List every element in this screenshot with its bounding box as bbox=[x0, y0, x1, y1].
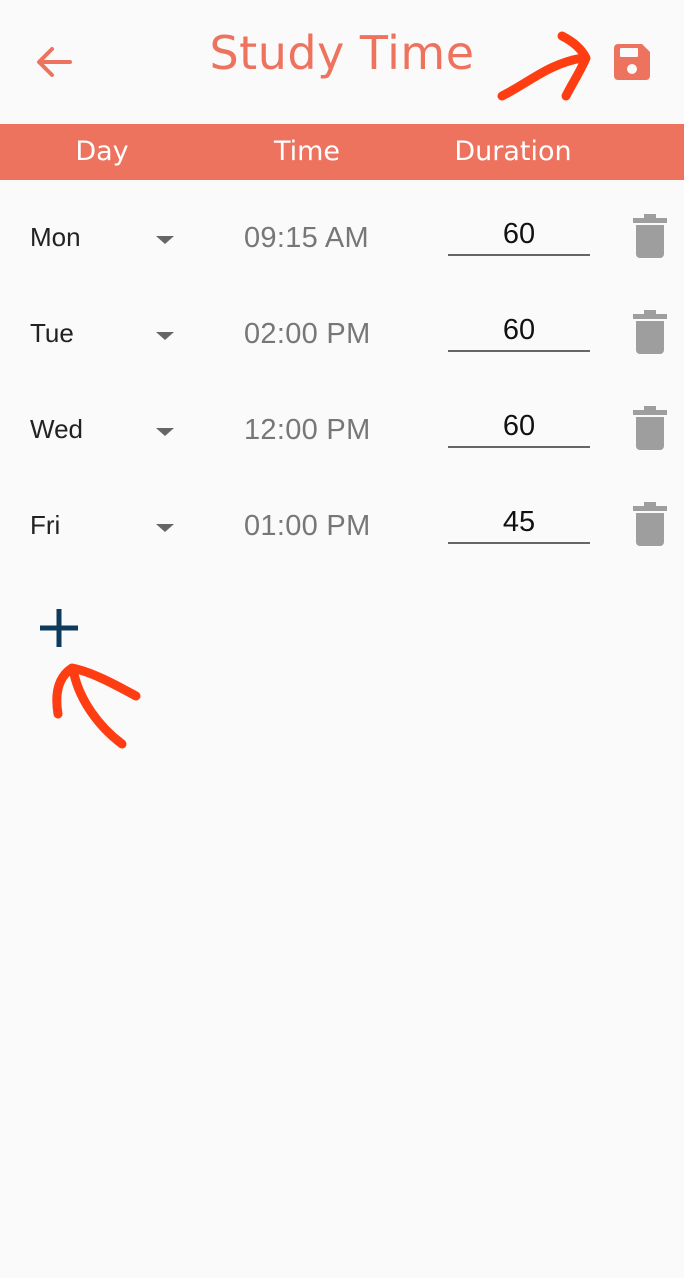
trash-icon bbox=[633, 502, 667, 546]
day-select-value: Tue bbox=[30, 318, 74, 348]
header-day: Day bbox=[75, 136, 129, 167]
trash-icon bbox=[633, 310, 667, 354]
delete-row-button[interactable] bbox=[630, 500, 670, 548]
save-button[interactable] bbox=[606, 36, 658, 88]
duration-input[interactable] bbox=[448, 302, 590, 352]
duration-input[interactable] bbox=[448, 206, 590, 256]
app-bar: Study Time bbox=[0, 0, 684, 124]
floppy-disk-icon bbox=[614, 44, 650, 80]
schedule-row: Fri 01:00 PM bbox=[0, 480, 684, 576]
day-select[interactable]: Mon bbox=[30, 212, 180, 262]
trash-icon bbox=[633, 406, 667, 450]
page-title: Study Time bbox=[209, 26, 475, 80]
day-select[interactable]: Wed bbox=[30, 404, 180, 454]
trash-icon bbox=[633, 214, 667, 258]
duration-input[interactable] bbox=[448, 398, 590, 448]
caret-down-icon bbox=[156, 236, 174, 244]
schedule-row: Wed 12:00 PM bbox=[0, 384, 684, 480]
duration-input[interactable] bbox=[448, 494, 590, 544]
day-select-value: Fri bbox=[30, 510, 61, 540]
schedule-row: Tue 02:00 PM bbox=[0, 288, 684, 384]
time-picker[interactable]: 01:00 PM bbox=[244, 510, 371, 543]
caret-down-icon bbox=[156, 524, 174, 532]
caret-down-icon bbox=[156, 332, 174, 340]
time-picker[interactable]: 09:15 AM bbox=[244, 222, 369, 255]
day-select-value: Wed bbox=[30, 414, 83, 444]
day-select-value: Mon bbox=[30, 222, 81, 252]
delete-row-button[interactable] bbox=[630, 212, 670, 260]
header-time: Time bbox=[273, 136, 341, 167]
table-header: Day Time Duration bbox=[0, 124, 684, 180]
delete-row-button[interactable] bbox=[630, 404, 670, 452]
time-picker[interactable]: 02:00 PM bbox=[244, 318, 371, 351]
plus-icon bbox=[40, 609, 78, 647]
annotation-arrow-add bbox=[52, 663, 141, 749]
schedule-row: Mon 09:15 AM bbox=[0, 192, 684, 288]
time-picker[interactable]: 12:00 PM bbox=[244, 414, 371, 447]
day-select[interactable]: Fri bbox=[30, 500, 180, 550]
day-select[interactable]: Tue bbox=[30, 308, 180, 358]
header-duration: Duration bbox=[454, 136, 572, 167]
add-row-button[interactable] bbox=[30, 598, 90, 658]
caret-down-icon bbox=[156, 428, 174, 436]
delete-row-button[interactable] bbox=[630, 308, 670, 356]
